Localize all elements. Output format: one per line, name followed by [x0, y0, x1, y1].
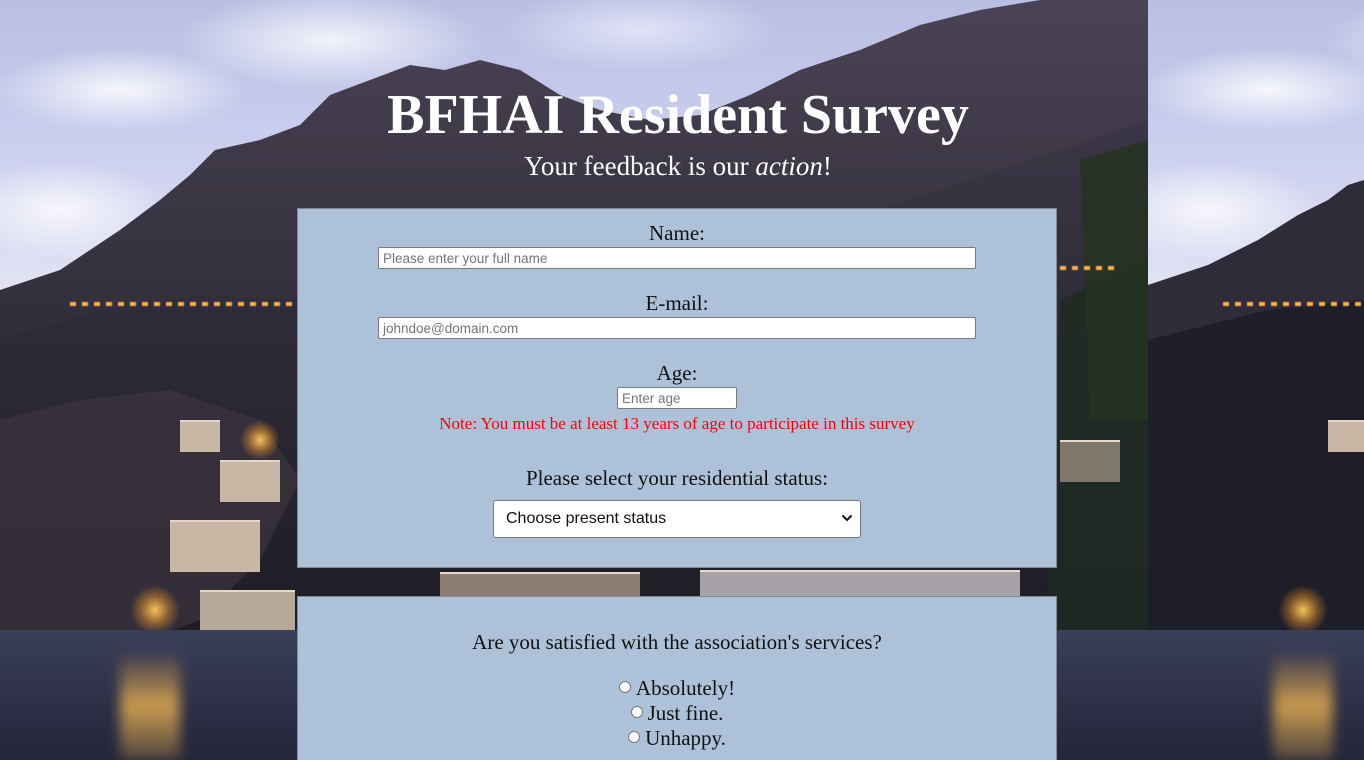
radio-label: Absolutely! — [635, 676, 736, 700]
page-title: BFHAI Resident Survey — [387, 84, 969, 146]
satisfaction-question: Are you satisfied with the association's… — [472, 630, 882, 654]
status-label: Please select your residential status: — [525, 466, 829, 490]
satisfaction-panel: Are you satisfied with the association's… — [297, 596, 1057, 760]
age-input[interactable] — [617, 387, 737, 409]
personal-info-panel: Name: E-mail: Age: Note: You must be at … — [297, 208, 1057, 568]
page-subtitle: Your feedback is our action! — [0, 150, 1356, 182]
subtitle-emphasis: action — [755, 151, 823, 181]
radio-label: Unhappy. — [645, 726, 726, 750]
radio-button[interactable] — [628, 731, 641, 743]
age-label: Age: — [656, 361, 698, 385]
email-label: E-mail: — [645, 291, 709, 315]
subtitle-prefix: Your feedback is our — [524, 151, 756, 181]
status-select[interactable]: Choose present status — [493, 500, 861, 538]
radio-button[interactable] — [618, 681, 631, 693]
name-input[interactable] — [378, 247, 976, 269]
email-input[interactable] — [378, 317, 976, 339]
age-note: Note: You must be at least 13 years of a… — [439, 414, 915, 433]
radio-option-just-fine[interactable]: Just fine. — [298, 701, 1056, 726]
radio-option-absolutely[interactable]: Absolutely! — [298, 676, 1056, 701]
radio-label: Just fine. — [647, 701, 724, 725]
survey-header: BFHAI Resident Survey Your feedback is o… — [0, 82, 1356, 182]
chevron-down-icon — [842, 515, 852, 521]
radio-option-unhappy[interactable]: Unhappy. — [298, 726, 1056, 751]
name-label: Name: — [649, 221, 705, 245]
subtitle-suffix: ! — [822, 151, 832, 181]
status-select-value: Choose present status — [506, 510, 667, 527]
radio-button[interactable] — [630, 706, 643, 718]
